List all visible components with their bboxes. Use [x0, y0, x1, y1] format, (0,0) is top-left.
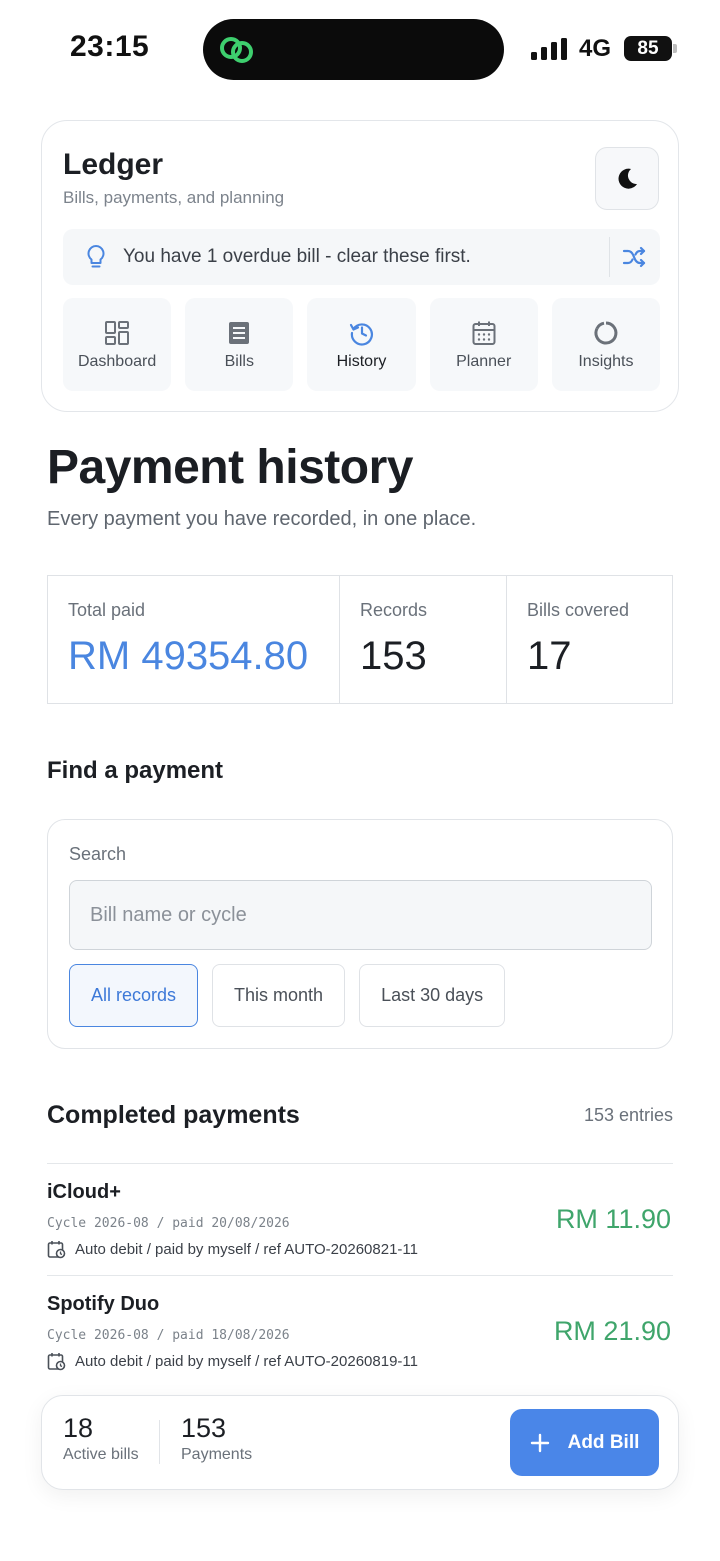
divider	[609, 237, 610, 277]
payment-meta: Auto debit / paid by myself / ref AUTO-2…	[47, 1352, 418, 1371]
calendar-icon	[472, 321, 496, 345]
nav-label: History	[336, 353, 387, 370]
stat-label: Bills covered	[527, 600, 630, 620]
nav-item-insights[interactable]: Insights	[551, 298, 661, 391]
dashboard-icon	[105, 321, 130, 345]
divider	[159, 1420, 160, 1464]
calendar-clock-icon	[47, 1241, 66, 1259]
status-time: 23:15	[70, 30, 150, 63]
stat-records: Records 153	[340, 576, 507, 703]
status-bar: 23:15 4G 85	[0, 0, 720, 100]
filter-group: All records This month Last 30 days	[69, 964, 506, 1027]
stat-bills-covered: Bills covered 17	[507, 576, 671, 703]
payments-value: 153	[181, 1413, 227, 1443]
stat-value: 153	[360, 634, 427, 678]
nav-label: Dashboard	[77, 353, 157, 370]
battery-icon: 85	[624, 36, 677, 61]
payment-meta: Auto debit / paid by myself / ref AUTO-2…	[47, 1240, 418, 1259]
nav-item-bills[interactable]: Bills	[185, 298, 294, 391]
nav-item-dashboard[interactable]: Dashboard	[63, 298, 172, 391]
stat-value: 17	[527, 634, 572, 678]
nav-label: Insights	[578, 353, 634, 370]
tip-text: You have 1 overdue bill - clear these fi…	[123, 246, 471, 267]
find-section-title: Find a payment	[47, 757, 224, 784]
payment-cycle: Cycle 2026-08 / paid 18/08/2026	[47, 1328, 290, 1343]
tip-banner: You have 1 overdue bill - clear these fi…	[63, 229, 660, 285]
moon-icon	[618, 168, 637, 189]
donut-icon	[594, 321, 618, 345]
payments-count: 153 entries	[583, 1105, 673, 1125]
plus-icon	[530, 1433, 549, 1452]
receipt-icon	[229, 322, 250, 344]
add-bill-label: Add Bill	[567, 1431, 640, 1453]
stat-label: Records	[360, 600, 428, 620]
nav-item-planner[interactable]: Planner	[429, 298, 538, 391]
payment-meta-text: Auto debit / paid by myself / ref AUTO-2…	[75, 1241, 418, 1258]
search-label: Search	[69, 844, 127, 864]
theme-toggle-button[interactable]	[595, 147, 659, 210]
search-card: Search All records This month Last 30 da…	[47, 819, 673, 1049]
lightbulb-icon	[87, 245, 105, 268]
nav-label: Planner	[456, 353, 512, 370]
page-subtitle: Every payment you have recorded, in one …	[47, 508, 477, 530]
stats-panel: Total paid RM 49354.80 Records 153 Bills…	[47, 575, 673, 704]
main-nav: Dashboard Bills History Planner Insights	[63, 298, 661, 391]
app-subtitle: Bills, payments, and planning	[63, 188, 285, 207]
stat-value: RM 49354.80	[68, 634, 309, 678]
dynamic-island	[203, 19, 504, 80]
payments-label: Payments	[181, 1446, 253, 1463]
bottom-bar: 18 Active bills 153 Payments Add Bill	[41, 1395, 679, 1490]
link-rings-icon	[220, 37, 253, 63]
payment-meta-text: Auto debit / paid by myself / ref AUTO-2…	[75, 1353, 418, 1370]
list-item[interactable]: iCloud+ Cycle 2026-08 / paid 20/08/2026 …	[47, 1163, 673, 1275]
history-icon	[349, 323, 373, 346]
payments-list: iCloud+ Cycle 2026-08 / paid 20/08/2026 …	[47, 1163, 673, 1387]
app-title: Ledger	[63, 148, 164, 181]
payment-amount: RM 11.90	[555, 1204, 671, 1234]
calendar-clock-icon	[47, 1353, 66, 1371]
filter-all-records[interactable]: All records	[69, 964, 199, 1027]
signal-icon	[531, 38, 567, 60]
header-card: Ledger Bills, payments, and planning You…	[41, 120, 679, 412]
payment-amount: RM 21.90	[553, 1316, 671, 1346]
filter-this-month[interactable]: This month	[212, 964, 346, 1027]
payments-stat: 153 Payments	[181, 1413, 252, 1464]
stat-label: Total paid	[68, 600, 146, 620]
active-bills-stat: 18 Active bills	[63, 1413, 139, 1464]
stat-total-paid: Total paid RM 49354.80	[48, 576, 340, 703]
active-bills-label: Active bills	[63, 1446, 139, 1463]
active-bills-value: 18	[63, 1413, 94, 1443]
nav-label: Bills	[224, 353, 254, 370]
payment-cycle: Cycle 2026-08 / paid 20/08/2026	[47, 1216, 290, 1231]
payment-name: iCloud+	[47, 1181, 121, 1203]
nav-item-history[interactable]: History	[307, 298, 416, 391]
shuffle-icon[interactable]	[622, 245, 646, 269]
network-type: 4G	[579, 35, 612, 62]
payment-name: Spotify Duo	[47, 1293, 160, 1315]
page-title: Payment history	[47, 441, 413, 494]
battery-level: 85	[624, 36, 672, 61]
filter-last-30-days[interactable]: Last 30 days	[359, 964, 506, 1027]
add-bill-button[interactable]: Add Bill	[510, 1409, 659, 1476]
search-input[interactable]	[69, 880, 652, 950]
payments-title: Completed payments	[47, 1101, 300, 1129]
